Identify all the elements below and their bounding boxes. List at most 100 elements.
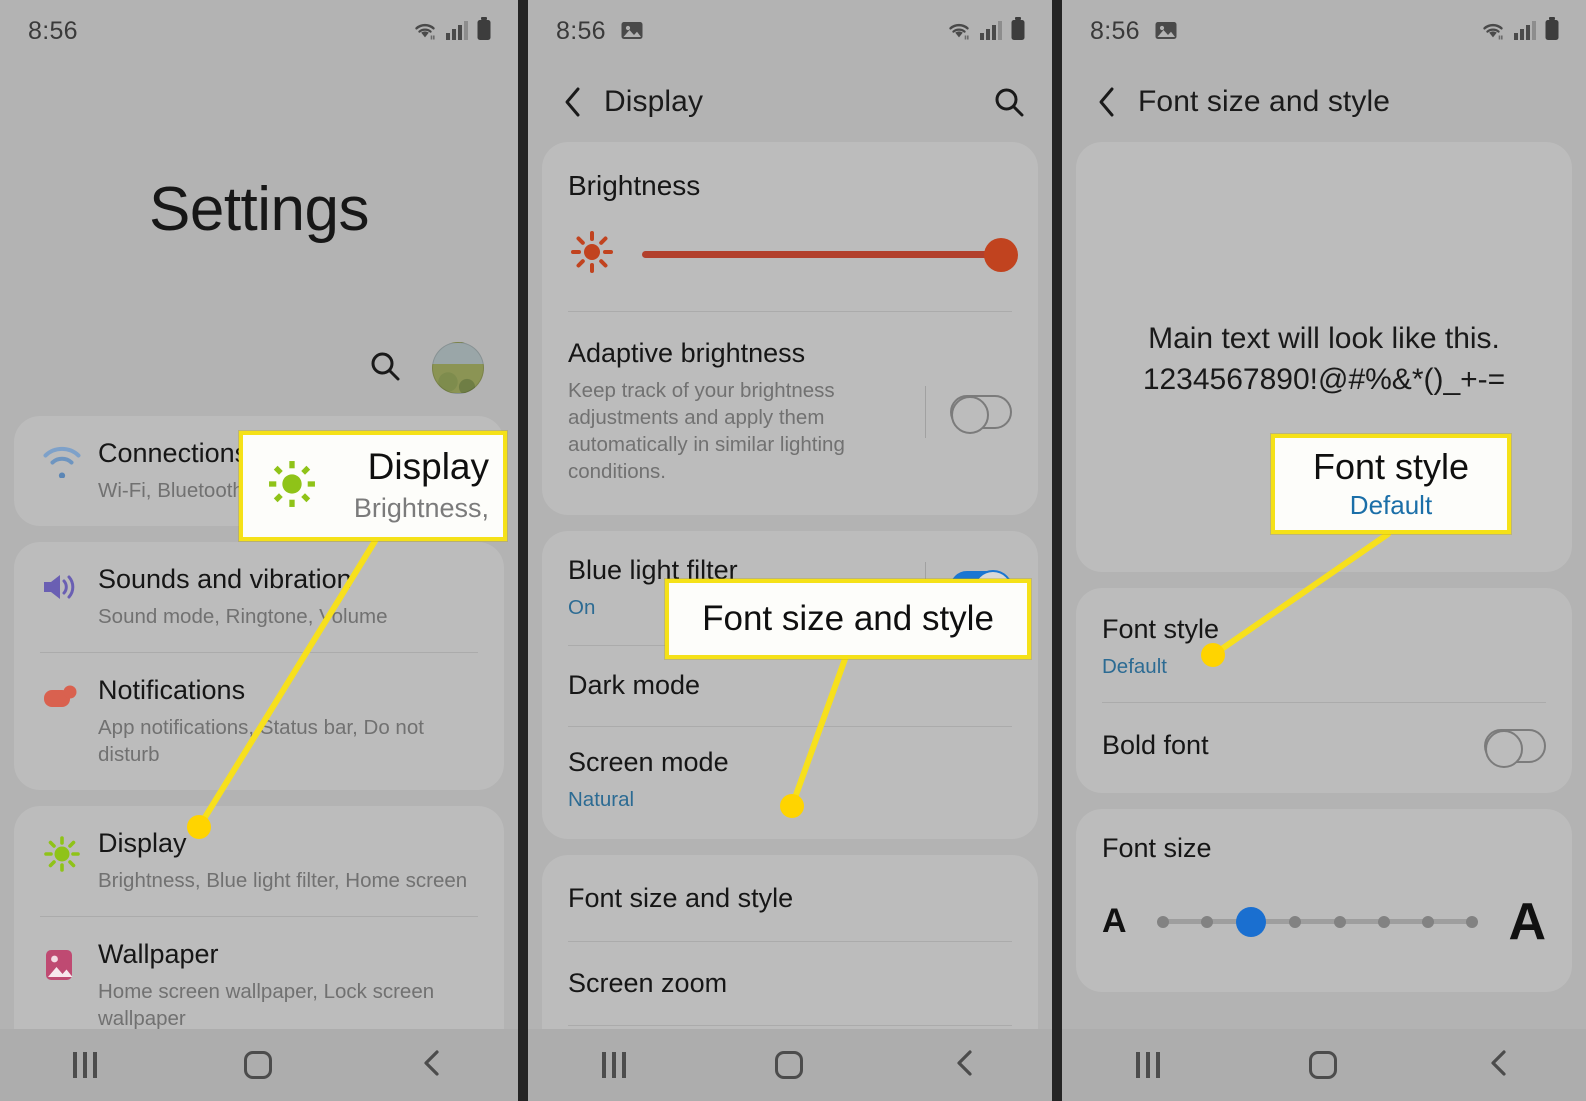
recents-button-icon[interactable] — [1136, 1052, 1161, 1078]
sidebar-item-connections[interactable]: Connections Wi-Fi, Bluetooth, A — [14, 416, 504, 526]
toggle-switch[interactable] — [1484, 728, 1546, 768]
toggle-switch[interactable] — [950, 570, 1013, 610]
row-title: Display — [98, 827, 187, 858]
panel-divider — [1052, 0, 1062, 1101]
row-text: Wallpaper Home screen wallpaper, Lock sc… — [98, 939, 478, 1032]
font-size-step-0[interactable] — [1156, 915, 1169, 928]
row-bold-font[interactable]: Bold font — [1076, 703, 1572, 793]
status-bar: 8:56 — [528, 0, 1052, 62]
panel-display: 8:56 Display Brightness Adaptive brightn… — [528, 0, 1052, 1101]
settings-card-connections: Connections Wi-Fi, Bluetooth, A — [14, 416, 504, 526]
row-title: Screen mode — [568, 746, 729, 777]
font-size-step-3[interactable] — [1289, 915, 1302, 928]
row-screen-mode[interactable]: Screen mode Natural — [542, 727, 1038, 839]
back-button-icon[interactable] — [419, 1048, 445, 1083]
card-font-size: Font size A A — [1076, 808, 1572, 992]
blue-light-filter-toggle[interactable] — [907, 562, 1013, 614]
panel-divider — [518, 0, 528, 1101]
row-text: Screen zoom — [568, 968, 1012, 1000]
font-size-step-7[interactable] — [1466, 915, 1479, 928]
back-arrow-icon[interactable] — [1086, 85, 1128, 119]
search-icon[interactable] — [992, 85, 1026, 119]
preview-line-1: Main text will look like this. — [1148, 322, 1500, 355]
panel-settings: 8:56 Settings Connections Wi-Fi, Bluetoo… — [0, 0, 518, 1101]
row-text: Font style Default — [1102, 614, 1546, 680]
row-subtitle: Wi-Fi, Bluetooth, A — [98, 478, 268, 502]
app-bar: Display — [528, 62, 1052, 142]
settings-toolbar — [0, 320, 518, 416]
search-icon[interactable] — [368, 349, 402, 388]
row-blue-light-filter[interactable]: Blue light filter On — [542, 531, 1038, 645]
row-text: Sounds and vibration Sound mode, Rington… — [98, 564, 478, 630]
settings-hero: Settings — [0, 62, 518, 320]
font-size-step-4[interactable] — [1333, 915, 1346, 928]
status-clock: 8:56 — [28, 16, 78, 45]
row-subtitle: Natural — [568, 787, 635, 811]
battery-status-icon — [476, 16, 492, 46]
row-text: Screen mode Natural — [568, 747, 1012, 813]
row-title: Connections — [98, 438, 249, 468]
battery-status-icon — [1010, 16, 1026, 46]
row-subtitle: Brightness, Blue light filter, Home scre… — [98, 868, 468, 892]
sidebar-item-sounds-and-vibration[interactable]: Sounds and vibration Sound mode, Rington… — [14, 542, 504, 652]
row-text: Blue light filter On — [568, 555, 907, 621]
signal-status-icon — [979, 19, 1003, 46]
bold-font-toggle[interactable] — [1484, 728, 1546, 768]
font-size-step-6[interactable] — [1422, 915, 1435, 928]
card-font-style: Font style Default Bold font — [1076, 588, 1572, 793]
row-adaptive-brightness[interactable]: Adaptive brightness Keep track of your b… — [542, 312, 1038, 515]
status-bar: 8:56 — [1062, 0, 1586, 62]
avatar[interactable] — [432, 342, 484, 394]
font-size-large-label: A — [1508, 892, 1546, 951]
back-arrow-icon[interactable] — [552, 85, 594, 119]
status-icons — [946, 16, 1026, 46]
page-title: Settings — [148, 175, 370, 244]
home-button-icon[interactable] — [243, 1051, 272, 1079]
brightness-track[interactable] — [642, 237, 1018, 272]
app-bar: Font size and style — [1062, 62, 1586, 142]
font-size-step-5[interactable] — [1377, 915, 1390, 928]
system-navigation-bar — [528, 1029, 1052, 1101]
row-title: Wallpaper — [98, 938, 219, 969]
row-font-size-and-style[interactable]: Font size and style — [542, 855, 1038, 941]
image-icon — [40, 939, 98, 985]
brightness-slider[interactable] — [542, 202, 1038, 285]
back-button-icon[interactable] — [1486, 1048, 1512, 1083]
home-button-icon[interactable] — [1308, 1051, 1337, 1079]
row-text: Display Brightness, Blue light filter, H… — [98, 828, 478, 894]
row-text: Adaptive brightness Keep track of your b… — [568, 338, 907, 485]
status-icons — [1480, 16, 1560, 46]
font-size-slider[interactable]: A A — [1102, 892, 1546, 952]
row-screen-zoom[interactable]: Screen zoom — [542, 942, 1038, 1026]
sidebar-item-display[interactable]: Display Brightness, Blue light filter, H… — [14, 806, 504, 916]
row-title: Adaptive brightness — [568, 338, 806, 368]
settings-card-sounds-notifications: Sounds and vibration Sound mode, Rington… — [14, 541, 504, 790]
row-text: Dark mode — [568, 670, 1012, 702]
toggle-switch[interactable] — [950, 394, 1012, 434]
row-font-style[interactable]: Font style Default — [1076, 588, 1572, 702]
home-button-icon[interactable] — [774, 1051, 803, 1079]
font-size-step-1[interactable] — [1200, 915, 1213, 928]
row-dark-mode[interactable]: Dark mode — [542, 646, 1038, 726]
adaptive-brightness-toggle[interactable] — [907, 385, 1012, 438]
brightness-label: Brightness — [568, 170, 701, 201]
status-icons — [412, 16, 492, 46]
back-button-icon[interactable] — [952, 1048, 978, 1083]
brightness-knob[interactable] — [984, 237, 1018, 272]
row-subtitle: Home screen wallpaper, Lock screen wallp… — [98, 979, 435, 1030]
recents-button-icon[interactable] — [602, 1052, 627, 1078]
brightness-sun-icon — [40, 828, 98, 874]
brightness-section: Brightness — [542, 142, 1038, 311]
status-clock: 8:56 — [556, 16, 606, 45]
signal-status-icon — [445, 19, 469, 46]
row-title: Notifications — [98, 674, 246, 705]
screenshot-notification-icon — [620, 20, 644, 42]
recents-button-icon[interactable] — [73, 1052, 98, 1078]
wifi-icon — [40, 438, 98, 478]
font-size-track[interactable] — [1156, 906, 1479, 937]
row-title: Bold font — [1102, 729, 1209, 760]
font-size-step-2[interactable] — [1236, 906, 1267, 937]
row-title: Font style — [1102, 614, 1220, 644]
speaker-icon — [40, 564, 98, 604]
sidebar-item-notifications[interactable]: Notifications App notifications, Status … — [14, 653, 504, 790]
